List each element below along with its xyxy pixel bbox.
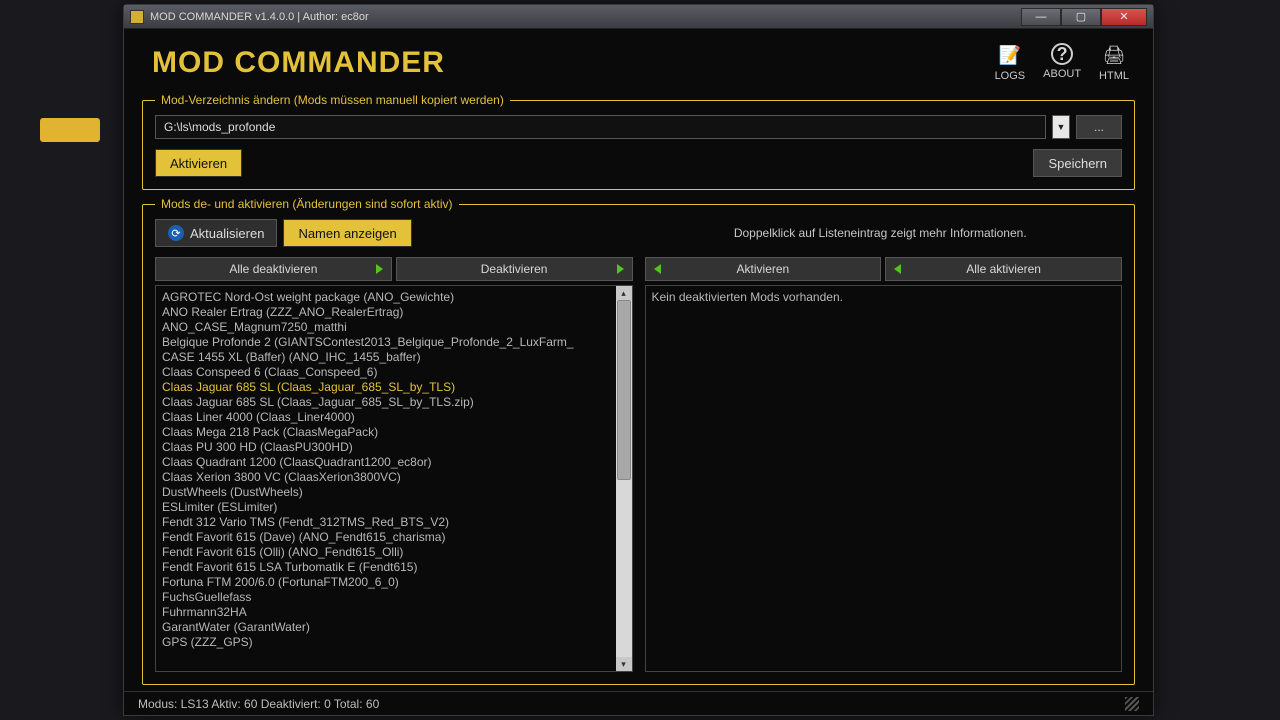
- directory-group-legend: Mod-Verzeichnis ändern (Mods müssen manu…: [155, 93, 510, 107]
- about-button[interactable]: ? ABOUT: [1043, 43, 1081, 82]
- list-item[interactable]: ANO_CASE_Magnum7250_matthi: [162, 320, 610, 335]
- list-item[interactable]: Fendt Favorit 615 (Olli) (ANO_Fendt615_O…: [162, 545, 610, 560]
- brand-title: MOD COMMANDER: [152, 46, 445, 80]
- about-label: ABOUT: [1043, 68, 1081, 80]
- status-text: Modus: LS13 Aktiv: 60 Deaktiviert: 0 Tot…: [138, 697, 379, 711]
- list-item[interactable]: ESLimiter (ESLimiter): [162, 500, 610, 515]
- list-item[interactable]: Fortuna FTM 200/6.0 (FortunaFTM200_6_0): [162, 575, 610, 590]
- list-item[interactable]: GarantWater (GarantWater): [162, 620, 610, 635]
- scroll-down-icon[interactable]: ▾: [616, 657, 632, 671]
- titlebar[interactable]: MOD COMMANDER v1.4.0.0 | Author: ec8or —…: [124, 5, 1153, 29]
- deactivate-button[interactable]: Deaktivieren: [396, 257, 633, 281]
- scroll-up-icon[interactable]: ▴: [616, 286, 632, 300]
- list-item[interactable]: Claas PU 300 HD (ClaasPU300HD): [162, 440, 610, 455]
- save-dir-button[interactable]: Speichern: [1033, 149, 1122, 177]
- maximize-button[interactable]: ▢: [1061, 8, 1101, 26]
- close-button[interactable]: ✕: [1101, 8, 1147, 26]
- list-item[interactable]: Fendt Favorit 615 (Dave) (ANO_Fendt615_c…: [162, 530, 610, 545]
- deactivate-all-button[interactable]: Alle deaktivieren: [155, 257, 392, 281]
- list-item[interactable]: Belgique Profonde 2 (GIANTSContest2013_B…: [162, 335, 610, 350]
- logs-label: LOGS: [995, 70, 1026, 82]
- about-icon: ?: [1051, 43, 1073, 65]
- refresh-label: Aktualisieren: [190, 226, 264, 241]
- statusbar: Modus: LS13 Aktiv: 60 Deaktiviert: 0 Tot…: [124, 691, 1153, 715]
- list-item[interactable]: Claas Liner 4000 (Claas_Liner4000): [162, 410, 610, 425]
- active-pane: Alle deaktivieren Deaktivieren AGROTEC N…: [155, 257, 633, 672]
- inactive-mods-list[interactable]: Kein deaktivierten Mods vorhanden.: [646, 286, 1122, 671]
- list-item[interactable]: Fendt 312 Vario TMS (Fendt_312TMS_Red_BT…: [162, 515, 610, 530]
- list-item[interactable]: Claas Jaguar 685 SL (Claas_Jaguar_685_SL…: [162, 395, 610, 410]
- show-names-button[interactable]: Namen anzeigen: [283, 219, 411, 247]
- inactive-pane: Aktivieren Alle aktivieren Kein deaktivi…: [645, 257, 1123, 672]
- list-item[interactable]: Claas Quadrant 1200 (ClaasQuadrant1200_e…: [162, 455, 610, 470]
- browse-button[interactable]: ...: [1076, 115, 1122, 139]
- directory-dropdown[interactable]: ▼: [1052, 115, 1070, 139]
- list-item[interactable]: CASE 1455 XL (Baffer) (ANO_IHC_1455_baff…: [162, 350, 610, 365]
- active-mods-list[interactable]: AGROTEC Nord-Ost weight package (ANO_Gew…: [156, 286, 616, 671]
- background-accent: [40, 118, 100, 142]
- active-list-scrollbar[interactable]: ▴ ▾: [616, 286, 632, 671]
- logs-button[interactable]: 📝 LOGS: [995, 43, 1026, 82]
- list-item[interactable]: ANO Realer Ertrag (ZZZ_ANO_RealerErtrag): [162, 305, 610, 320]
- html-icon: 🖨: [1102, 43, 1126, 67]
- list-item[interactable]: Fuhrmann32HA: [162, 605, 610, 620]
- header-toolbar: 📝 LOGS ? ABOUT 🖨 HTML: [995, 43, 1129, 82]
- mods-group: Mods de- und aktivieren (Änderungen sind…: [142, 204, 1135, 685]
- inactive-empty-text: Kein deaktivierten Mods vorhanden.: [652, 290, 1116, 305]
- list-item[interactable]: FuchsGuellefass: [162, 590, 610, 605]
- scroll-thumb[interactable]: [617, 300, 631, 480]
- refresh-button[interactable]: ⟳ Aktualisieren: [155, 219, 277, 247]
- html-button[interactable]: 🖨 HTML: [1099, 43, 1129, 82]
- app-icon: [130, 10, 144, 24]
- list-item[interactable]: Claas Xerion 3800 VC (ClaasXerion3800VC): [162, 470, 610, 485]
- html-label: HTML: [1099, 70, 1129, 82]
- list-item[interactable]: Claas Mega 218 Pack (ClaasMegaPack): [162, 425, 610, 440]
- resize-grip[interactable]: [1125, 697, 1139, 711]
- main-window: MOD COMMANDER v1.4.0.0 | Author: ec8or —…: [123, 4, 1154, 716]
- logs-icon: 📝: [998, 43, 1022, 67]
- activate-button[interactable]: Aktivieren: [645, 257, 882, 281]
- mods-group-legend: Mods de- und aktivieren (Änderungen sind…: [155, 197, 459, 211]
- directory-input[interactable]: [155, 115, 1046, 139]
- list-item[interactable]: Claas Jaguar 685 SL (Claas_Jaguar_685_SL…: [162, 380, 610, 395]
- list-item[interactable]: Claas Conspeed 6 (Claas_Conspeed_6): [162, 365, 610, 380]
- titlebar-text: MOD COMMANDER v1.4.0.0 | Author: ec8or: [150, 11, 1021, 23]
- double-click-hint: Doppelklick auf Listeneintrag zeigt mehr…: [639, 226, 1123, 240]
- list-item[interactable]: DustWheels (DustWheels): [162, 485, 610, 500]
- minimize-button[interactable]: —: [1021, 8, 1061, 26]
- list-item[interactable]: GPS (ZZZ_GPS): [162, 635, 610, 650]
- list-item[interactable]: Fendt Favorit 615 LSA Turbomatik E (Fend…: [162, 560, 610, 575]
- directory-group: Mod-Verzeichnis ändern (Mods müssen manu…: [142, 100, 1135, 190]
- refresh-icon: ⟳: [168, 225, 184, 241]
- list-item[interactable]: AGROTEC Nord-Ost weight package (ANO_Gew…: [162, 290, 610, 305]
- header: MOD COMMANDER 📝 LOGS ? ABOUT 🖨 HTML: [124, 29, 1153, 94]
- activate-all-button[interactable]: Alle aktivieren: [885, 257, 1122, 281]
- activate-dir-button[interactable]: Aktivieren: [155, 149, 242, 177]
